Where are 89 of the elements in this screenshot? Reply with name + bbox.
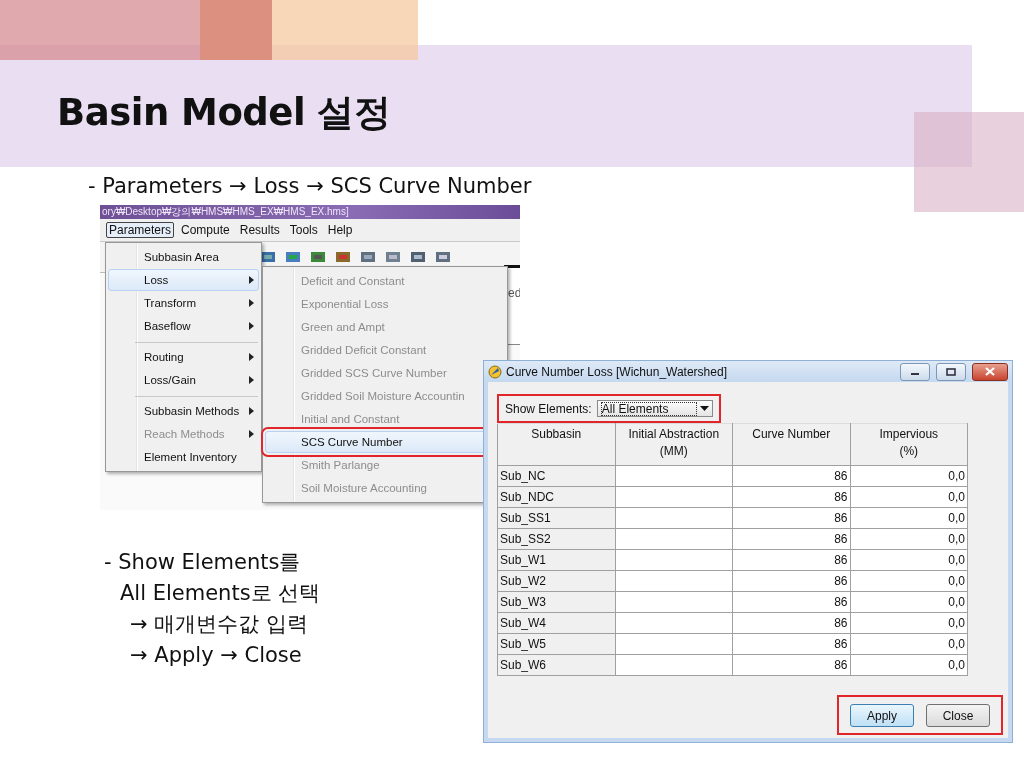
table-cell: 86: [732, 486, 850, 508]
maximize-icon: [946, 367, 956, 376]
table-cell[interactable]: [615, 549, 733, 571]
submenu-arrow-icon: [249, 322, 254, 330]
note-line: → Apply → Close: [129, 642, 303, 669]
table-cell: 0,0: [850, 654, 968, 676]
column-header: Initial Abstraction (MM): [615, 423, 733, 466]
menu-item[interactable]: Baseflow: [108, 315, 259, 337]
menu-item[interactable]: Loss/Gain: [108, 369, 259, 391]
toolbar-icon[interactable]: [410, 249, 426, 265]
table-cell[interactable]: [615, 465, 733, 487]
submenu-arrow-icon: [249, 430, 254, 438]
submenu-arrow-icon: [249, 276, 254, 284]
note-line: All Elements로 선택: [119, 580, 321, 607]
table-cell[interactable]: [615, 486, 733, 508]
table-cell[interactable]: [615, 528, 733, 550]
show-elements-dropdown[interactable]: All Elements: [596, 400, 713, 417]
table-cell: 0,0: [850, 612, 968, 634]
submenu-arrow-icon: [249, 353, 254, 361]
toolbar-icon[interactable]: [435, 249, 451, 265]
caret-icon: [699, 406, 709, 411]
menu-item[interactable]: Subbasin Area: [108, 246, 259, 268]
table-cell[interactable]: [615, 507, 733, 529]
submenu-arrow-icon: [249, 299, 254, 307]
menu-item[interactable]: Loss: [108, 269, 259, 291]
toolbar-icon[interactable]: [310, 249, 326, 265]
slide-title: Basin Model 설정: [57, 90, 391, 136]
table-cell: 86: [732, 612, 850, 634]
menu-bar-item[interactable]: Tools: [286, 222, 321, 238]
column-header: Curve Number: [732, 423, 850, 466]
table-cell: 0,0: [850, 465, 968, 487]
note-line: - Show Elements를: [104, 549, 302, 576]
table-cell: Sub_SS1: [497, 507, 615, 529]
toolbar-icon[interactable]: [260, 249, 276, 265]
toolbar-icon[interactable]: [385, 249, 401, 265]
table-cell: Sub_NC: [497, 465, 615, 487]
dialog-button[interactable]: Apply: [850, 704, 914, 727]
table-cell: Sub_NDC: [497, 486, 615, 508]
menu-bar-item[interactable]: Parameters: [106, 222, 175, 238]
table-cell[interactable]: [615, 633, 733, 655]
table-cell[interactable]: [615, 591, 733, 613]
window-title: ory₩Desktop₩강의₩HMS₩HMS_EX₩HMS_EX.hms]: [100, 205, 520, 219]
table-cell: 0,0: [850, 570, 968, 592]
submenu-arrow-icon: [249, 407, 254, 415]
table-cell: 0,0: [850, 528, 968, 550]
table-cell: 86: [732, 654, 850, 676]
table-cell: 86: [732, 549, 850, 571]
table-cell: Sub_W3: [497, 591, 615, 613]
column-header: Subbasin: [497, 423, 615, 466]
table-cell[interactable]: [615, 654, 733, 676]
toolbar-icon[interactable]: [285, 249, 301, 265]
table-cell: 0,0: [850, 633, 968, 655]
table-cell: 0,0: [850, 591, 968, 613]
note-line: → 매개변수값 입력: [129, 611, 309, 638]
dialog-button[interactable]: Close: [926, 704, 990, 727]
table-cell: 86: [732, 633, 850, 655]
table-cell: 86: [732, 507, 850, 529]
table-cell: 0,0: [850, 549, 968, 571]
app-icon: [488, 364, 502, 379]
table-cell: Sub_W4: [497, 612, 615, 634]
table-cell[interactable]: [615, 570, 733, 592]
menu-bar-item[interactable]: Results: [236, 222, 283, 238]
menu-bar-item[interactable]: Compute: [178, 222, 233, 238]
table-cell: 0,0: [850, 486, 968, 508]
toolbar-icon[interactable]: [335, 249, 351, 265]
table-cell: Sub_W6: [497, 654, 615, 676]
table-cell: 86: [732, 465, 850, 487]
table-cell: 0,0: [850, 507, 968, 529]
table-cell[interactable]: [615, 612, 733, 634]
table-cell: Sub_W5: [497, 633, 615, 655]
table-cell: Sub_W1: [497, 549, 615, 571]
column-header: Impervious (%): [850, 423, 968, 466]
window-title: Curve Number Loss [Wichun_Watershed]: [506, 364, 728, 379]
menu-item[interactable]: Element Inventory: [108, 446, 259, 468]
minimize-button[interactable]: [900, 362, 930, 381]
table-cell: Sub_SS2: [497, 528, 615, 550]
submenu-arrow-icon: [249, 376, 254, 384]
close-button[interactable]: [972, 362, 1008, 381]
table-cell: 86: [732, 528, 850, 550]
menu-item[interactable]: Transform: [108, 292, 259, 314]
table-cell: Sub_W2: [497, 570, 615, 592]
menu-bar-item[interactable]: Help: [324, 222, 356, 238]
table-cell: 86: [732, 591, 850, 613]
slide-subtitle: - Parameters → Loss → SCS Curve Number: [88, 174, 532, 198]
toolbar-icon[interactable]: [360, 249, 376, 265]
table-cell: 86: [732, 570, 850, 592]
close-icon: [985, 367, 995, 376]
maximize-button[interactable]: [936, 362, 966, 381]
field-label: Show Elements:: [505, 401, 592, 416]
